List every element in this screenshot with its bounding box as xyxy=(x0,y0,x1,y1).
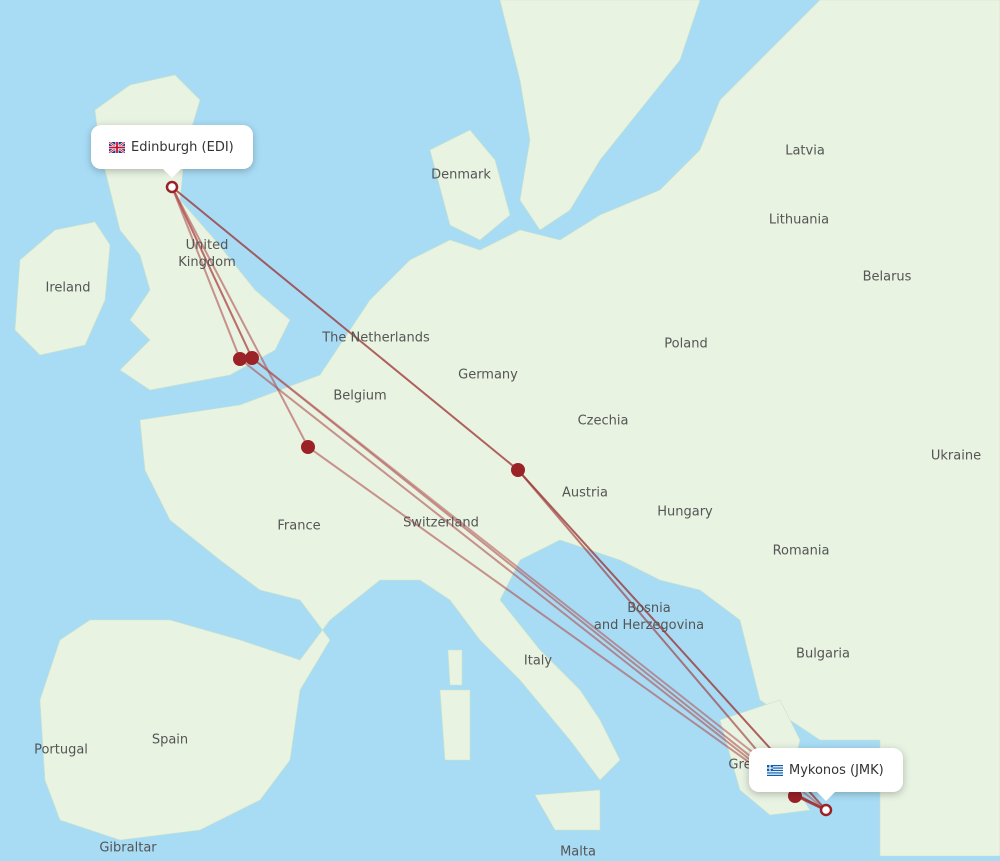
destination-airport-name: Mykonos (JMK) xyxy=(789,762,884,778)
label-belgium: Belgium xyxy=(333,388,387,404)
label-netherlands: The Netherlands xyxy=(322,330,430,346)
label-malta: Malta xyxy=(560,844,596,860)
stopover-marker xyxy=(301,440,315,454)
greece-flag-icon xyxy=(767,764,783,776)
label-italy: Italy xyxy=(523,653,553,669)
label-belarus: Belarus xyxy=(862,269,912,285)
label-czechia: Czechia xyxy=(577,413,629,429)
label-united-kingdom: United Kingdom xyxy=(178,238,236,270)
origin-marker xyxy=(165,180,179,194)
stopover-marker xyxy=(511,463,525,477)
label-france: France xyxy=(277,518,321,534)
label-latvia: Latvia xyxy=(785,143,825,159)
origin-airport-name: Edinburgh (EDI) xyxy=(131,139,234,155)
label-switzerland: Switzerland xyxy=(403,515,479,531)
label-austria: Austria xyxy=(562,485,608,501)
stopover-marker xyxy=(233,352,247,366)
uk-flag-icon xyxy=(109,141,125,153)
landmass-sardinia xyxy=(439,689,471,761)
label-romania: Romania xyxy=(772,543,830,559)
label-bulgaria: Bulgaria xyxy=(796,646,850,662)
label-portugal: Portugal xyxy=(34,742,88,758)
destination-marker xyxy=(819,803,833,817)
origin-popup[interactable]: Edinburgh (EDI) xyxy=(91,125,253,178)
landmass-corsica xyxy=(447,649,463,686)
label-germany: Germany xyxy=(458,367,518,383)
label-bosnia: Bosnia and Herzegovina xyxy=(593,601,705,633)
label-ukraine: Ukraine xyxy=(930,448,982,464)
label-hungary: Hungary xyxy=(657,504,713,520)
label-denmark: Denmark xyxy=(431,167,491,183)
label-gibraltar: Gibraltar xyxy=(99,840,157,856)
stopover-marker xyxy=(245,351,259,365)
label-ireland: Ireland xyxy=(45,280,91,296)
label-poland: Poland xyxy=(664,336,708,352)
label-lithuania: Lithuania xyxy=(768,212,830,228)
label-spain: Spain xyxy=(151,732,189,748)
destination-popup[interactable]: Mykonos (JMK) xyxy=(749,748,903,801)
